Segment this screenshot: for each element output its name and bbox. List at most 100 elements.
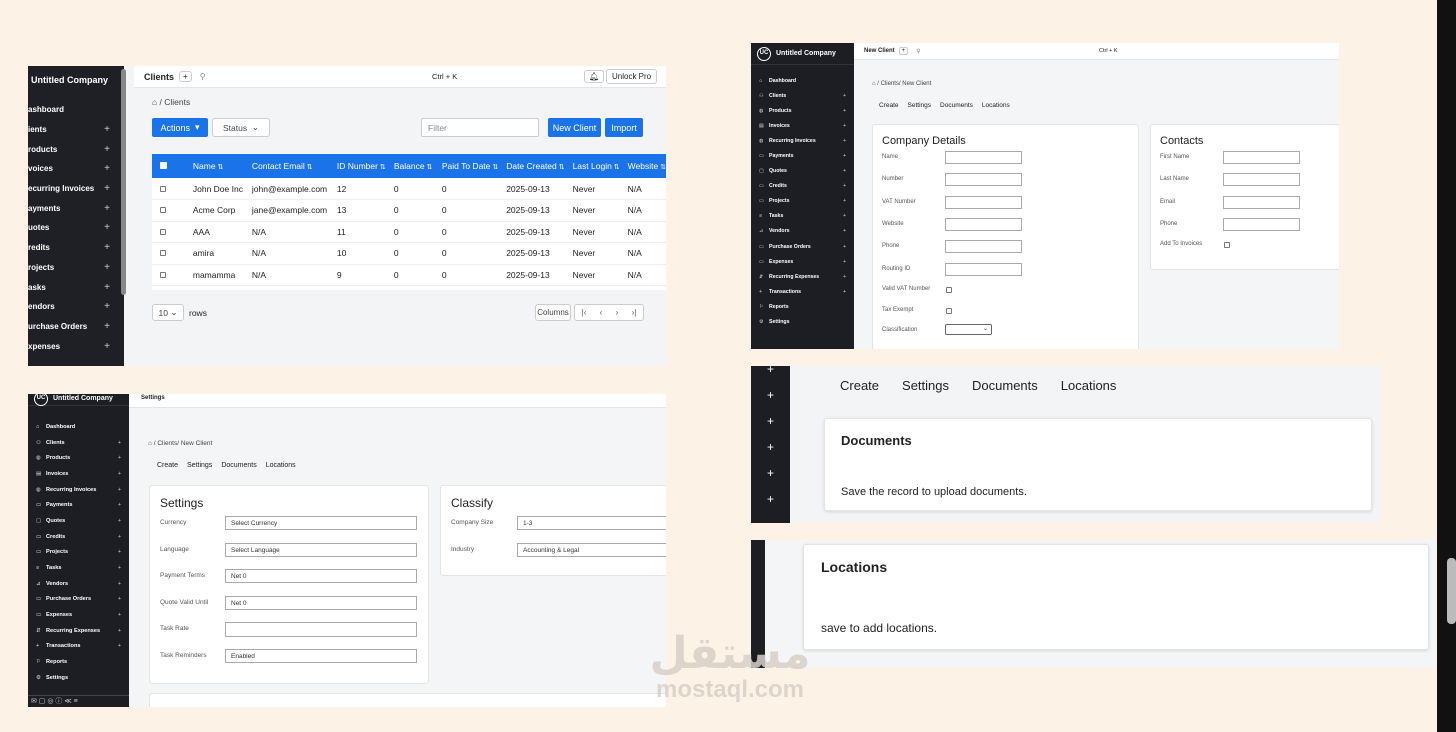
home-icon[interactable]: ⌂ bbox=[872, 81, 876, 87]
field-input[interactable] bbox=[945, 195, 1022, 209]
add-icon[interactable]: + bbox=[751, 466, 790, 480]
add-icon[interactable]: + bbox=[751, 366, 790, 376]
sidebar-item-purchase-orders[interactable]: ▭ Purchase Orders + bbox=[751, 239, 854, 254]
field-input[interactable]: Net 0 bbox=[225, 595, 417, 611]
sidebar-item[interactable]: ecurring Invoices + bbox=[28, 179, 124, 199]
add-icon[interactable]: + bbox=[104, 301, 110, 312]
rows-per-page-select[interactable]: 10 ⌄ bbox=[152, 304, 184, 321]
field-input[interactable]: 1-3 bbox=[517, 516, 666, 531]
sidebar-item-quotes[interactable]: ▢ Quotes + bbox=[751, 164, 854, 179]
sidebar-item[interactable]: asks + bbox=[28, 277, 124, 297]
sidebar-item-projects[interactable]: ▭ Projects + bbox=[28, 545, 129, 561]
home-icon[interactable]: ⌂ bbox=[152, 97, 157, 107]
add-icon[interactable]: + bbox=[118, 455, 121, 461]
add-icon[interactable]: + bbox=[751, 414, 790, 428]
sidebar-item-projects[interactable]: ▭ Projects + bbox=[751, 194, 854, 209]
add-icon[interactable]: + bbox=[843, 138, 846, 144]
add-icon[interactable]: + bbox=[104, 262, 110, 273]
add-icon[interactable]: + bbox=[118, 565, 121, 571]
sidebar-item[interactable]: endors + bbox=[28, 297, 124, 317]
add-icon[interactable]: + bbox=[843, 183, 846, 189]
row-checkbox[interactable] bbox=[160, 228, 166, 235]
field-input[interactable]: Net 0 bbox=[225, 569, 417, 584]
sidebar-item-invoices[interactable]: ▤ Invoices + bbox=[751, 118, 854, 133]
table-row[interactable]: amira N/A 10 0 0 2025-09-13 Never N/A bbox=[152, 242, 666, 265]
add-icon[interactable]: + bbox=[104, 124, 110, 135]
column-header[interactable]: Website ⇅ bbox=[619, 154, 666, 178]
last-page-icon[interactable]: ›| bbox=[632, 308, 637, 317]
add-icon[interactable]: + bbox=[843, 198, 846, 204]
select-all-header[interactable] bbox=[152, 154, 185, 178]
add-icon[interactable]: + bbox=[104, 341, 110, 352]
bell-icon[interactable]: 🔔︎ bbox=[584, 70, 605, 83]
tab-create[interactable]: Create bbox=[157, 462, 178, 469]
sidebar-item[interactable]: voices + bbox=[28, 159, 124, 179]
add-icon[interactable]: + bbox=[104, 144, 110, 155]
sort-icon[interactable]: ⇅ bbox=[557, 164, 565, 171]
sidebar-item-expenses[interactable]: ▭ Expenses + bbox=[751, 254, 854, 269]
field-input[interactable]: Select Language bbox=[225, 542, 417, 557]
status-select[interactable]: Status ⌄ bbox=[212, 118, 270, 137]
sort-icon[interactable]: ⇅ bbox=[658, 164, 666, 171]
sidebar-item-reports[interactable]: ⚐ Reports bbox=[751, 299, 854, 314]
field-input[interactable] bbox=[1223, 195, 1300, 209]
sidebar-item-recurring-invoices[interactable]: ◍ Recurring Invoices + bbox=[751, 133, 854, 148]
add-icon[interactable]: + bbox=[843, 274, 846, 280]
sidebar-item-payments[interactable]: ▭ Payments + bbox=[28, 497, 129, 513]
add-icon[interactable]: + bbox=[104, 282, 110, 293]
home-icon[interactable]: ⌂ bbox=[148, 440, 152, 447]
sidebar-item-invoices[interactable]: ▤ Invoices + bbox=[28, 466, 129, 482]
add-icon[interactable]: + bbox=[118, 549, 121, 555]
add-icon[interactable]: + bbox=[898, 47, 909, 55]
sort-icon[interactable]: ⇅ bbox=[305, 164, 313, 171]
sidebar-item-recurring-expenses[interactable]: ⇵ Recurring Expenses + bbox=[751, 269, 854, 284]
field-input[interactable] bbox=[945, 151, 1022, 165]
add-icon[interactable]: + bbox=[104, 183, 110, 194]
sidebar-item-tasks[interactable]: ≡ Tasks + bbox=[751, 209, 854, 224]
first-page-icon[interactable]: |‹ bbox=[582, 308, 587, 317]
sidebar-item-vendors[interactable]: ⊿ Vendors + bbox=[28, 576, 129, 592]
prev-page-icon[interactable]: ‹ bbox=[600, 308, 603, 317]
field-input[interactable] bbox=[1223, 151, 1300, 165]
field-input[interactable] bbox=[945, 173, 1022, 187]
column-header[interactable]: Paid To Date ⇅ bbox=[433, 154, 499, 178]
add-icon[interactable]: + bbox=[843, 228, 846, 234]
add-icon[interactable]: + bbox=[118, 440, 121, 446]
add-icon[interactable]: + bbox=[118, 628, 121, 634]
sidebar-item[interactable]: ients + bbox=[28, 120, 124, 140]
add-icon[interactable]: + bbox=[843, 168, 846, 174]
row-checkbox[interactable] bbox=[160, 271, 166, 278]
classification-select[interactable]: ⌄ bbox=[945, 324, 992, 335]
sidebar-item-settings[interactable]: ⚙ Settings bbox=[28, 670, 129, 686]
add-icon[interactable]: + bbox=[118, 502, 121, 508]
add-icon[interactable]: + bbox=[843, 108, 846, 114]
sidebar-item-dashboard[interactable]: ⌂ Dashboard bbox=[751, 73, 854, 88]
add-icon[interactable]: + bbox=[118, 643, 121, 649]
sidebar-item[interactable]: xpenses + bbox=[28, 336, 124, 356]
sidebar-item-products[interactable]: ◍ Products + bbox=[751, 103, 854, 118]
add-icon[interactable]: + bbox=[104, 242, 110, 253]
tab-settings[interactable]: Settings bbox=[908, 102, 932, 109]
add-icon[interactable]: + bbox=[843, 213, 846, 219]
columns-button[interactable]: Columns bbox=[535, 304, 571, 321]
sidebar-item-credits[interactable]: ▭ Credits + bbox=[751, 179, 854, 194]
sidebar-item-settings[interactable]: ⚙ Settings bbox=[751, 315, 854, 330]
field-input[interactable]: Select Currency bbox=[225, 516, 417, 531]
sidebar-item[interactable]: ayments + bbox=[28, 198, 124, 218]
field-input[interactable] bbox=[225, 622, 417, 637]
add-icon[interactable]: + bbox=[843, 153, 846, 159]
sidebar-item-recurring-expenses[interactable]: ⇵ Recurring Expenses + bbox=[28, 623, 129, 639]
sidebar-item[interactable]: roducts + bbox=[28, 139, 124, 159]
tax-exempt-checkbox[interactable] bbox=[946, 308, 952, 314]
sidebar-item-purchase-orders[interactable]: ▭ Purchase Orders + bbox=[28, 592, 129, 608]
add-icon[interactable]: + bbox=[843, 244, 846, 250]
sort-icon[interactable]: ⇅ bbox=[378, 164, 386, 171]
search-icon[interactable]: ⚲ bbox=[200, 72, 206, 81]
sidebar-item[interactable]: rojects + bbox=[28, 258, 124, 278]
row-checkbox[interactable] bbox=[160, 207, 166, 214]
add-icon[interactable]: + bbox=[179, 71, 192, 82]
tab-documents[interactable]: Documents bbox=[972, 378, 1038, 393]
table-row[interactable]: AAA N/A 11 0 0 2025-09-13 Never N/A bbox=[152, 221, 666, 243]
sidebar-item-quotes[interactable]: ▢ Quotes + bbox=[28, 513, 129, 529]
tab-locations[interactable]: Locations bbox=[1061, 378, 1117, 393]
